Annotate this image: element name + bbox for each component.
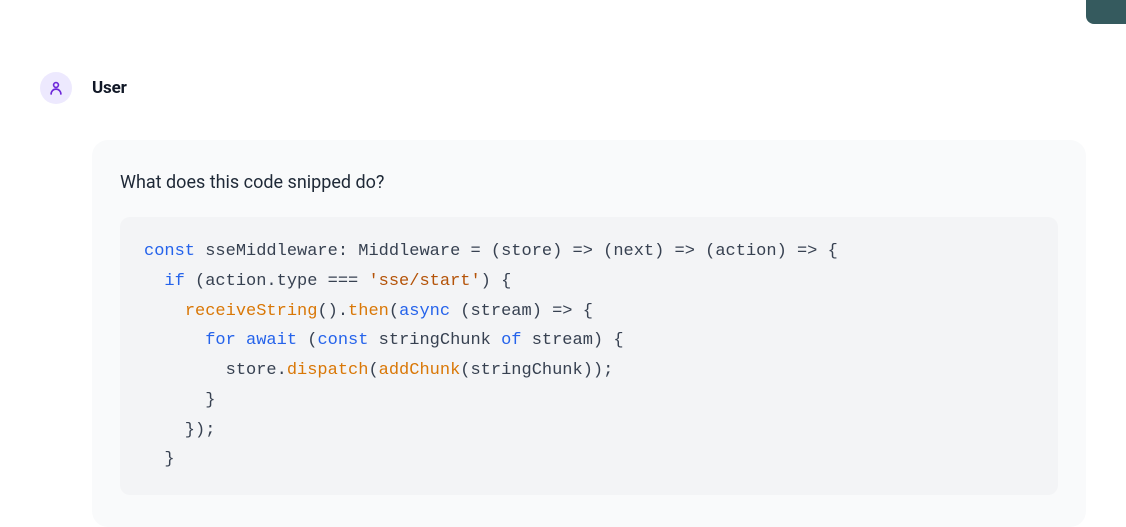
chat-card: User What does this code snipped do? con… <box>0 0 1126 502</box>
code-snippet[interactable]: const sseMiddleware: Middleware = (store… <box>120 217 1058 495</box>
username-label: User <box>92 78 127 98</box>
code-token: async <box>399 302 450 321</box>
corner-accent <box>1086 0 1126 24</box>
code-token: of <box>501 331 521 350</box>
code-token: => <box>573 242 593 261</box>
message-header: User <box>40 72 1086 104</box>
code-token: if <box>164 272 184 291</box>
user-icon <box>47 79 65 97</box>
question-text: What does this code snipped do? <box>120 172 1058 193</box>
avatar <box>40 72 72 104</box>
code-token: const <box>317 331 368 350</box>
code-token: => <box>797 242 817 261</box>
code-token: === <box>328 272 359 291</box>
code-token: receiveString <box>185 302 318 321</box>
code-token: dispatch <box>287 361 369 380</box>
code-token: const <box>144 242 195 261</box>
code-token: then <box>348 302 389 321</box>
code-token: addChunk <box>379 361 461 380</box>
code-token: = <box>470 242 480 261</box>
code-token: 'sse/start' <box>368 272 480 291</box>
code-token: for await <box>205 331 297 350</box>
code-token: => <box>552 302 572 321</box>
message-content: What does this code snipped do? const ss… <box>92 140 1086 527</box>
code-token: => <box>675 242 695 261</box>
code-token: Middleware <box>358 242 460 261</box>
code-token: : <box>338 242 348 261</box>
